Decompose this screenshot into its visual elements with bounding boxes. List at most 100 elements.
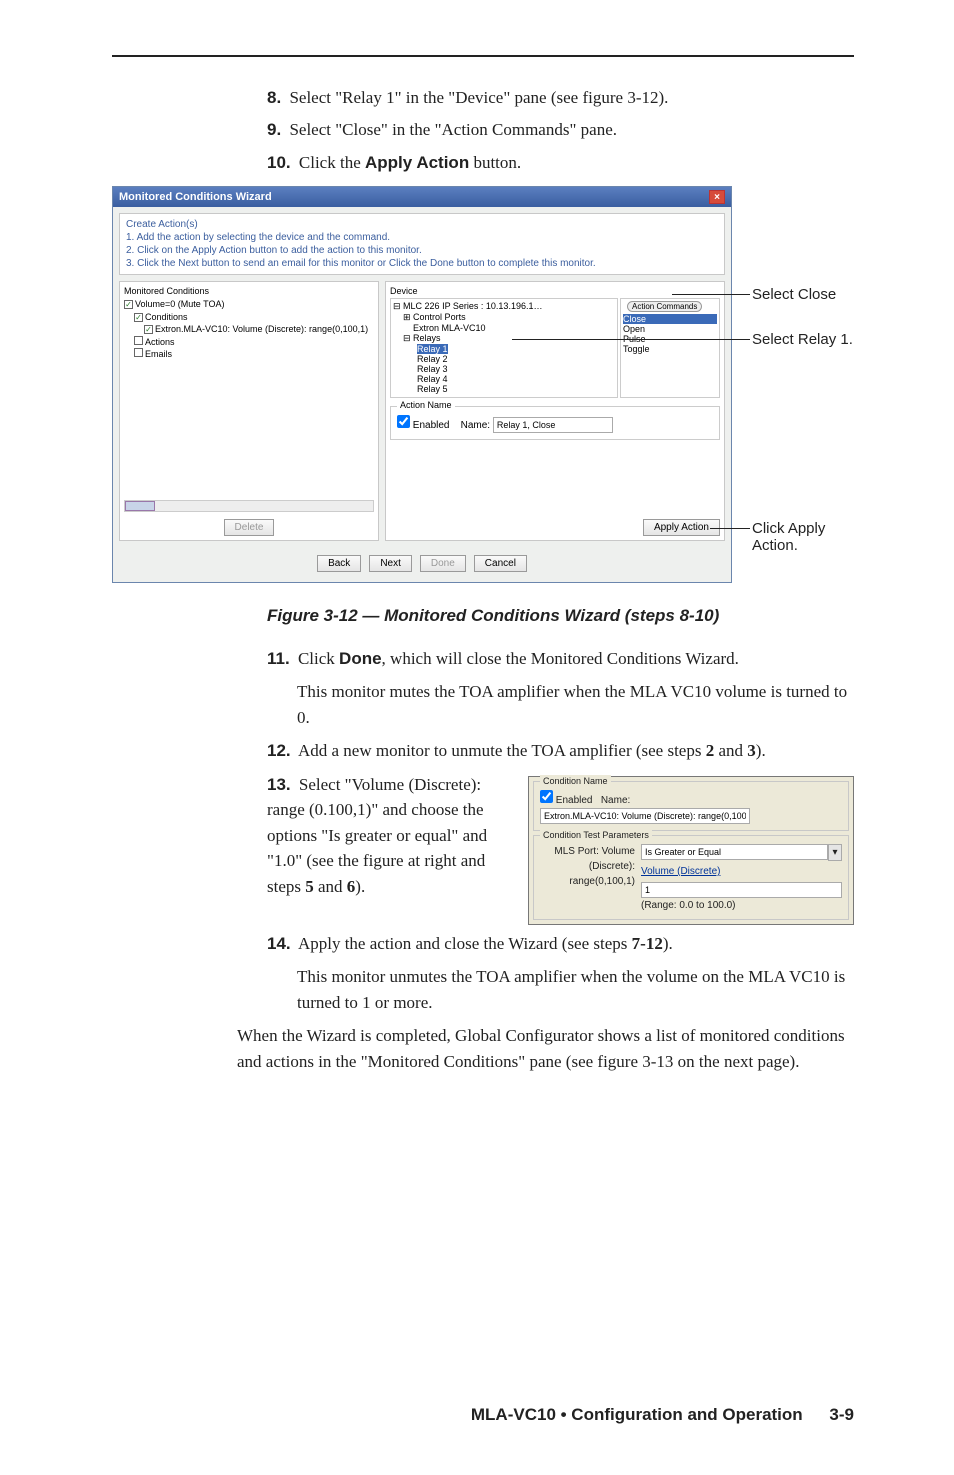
tree-item[interactable]: Actions [145, 337, 175, 347]
step-num: 10. [267, 153, 291, 172]
enabled-input[interactable] [540, 790, 553, 803]
next-button[interactable]: Next [369, 555, 412, 572]
step-text: , which will close the Monitored Conditi… [382, 649, 739, 668]
tree-item[interactable]: Relay 2 [417, 354, 448, 364]
tree-item[interactable]: Emails [145, 349, 172, 359]
checkbox-icon[interactable] [134, 348, 143, 357]
tree-item[interactable]: MLC 226 IP Series : 10.13.196.1… [403, 301, 542, 311]
condition-side-figure: Condition Name Enabled Name: Condition T… [528, 776, 854, 925]
step-11-sub: This monitor mutes the TOA amplifier whe… [297, 679, 854, 730]
step-text: Select "Relay 1" in the "Device" pane (s… [289, 88, 668, 107]
dropdown-icon[interactable]: ▾ [828, 844, 842, 861]
wizard-titlebar: Monitored Conditions Wizard × [113, 187, 731, 207]
step-text: ). [663, 934, 673, 953]
condition-test-group: Condition Test Parameters MLS Port: Volu… [533, 835, 849, 920]
step-num: 9. [267, 120, 281, 139]
name-label: Name: [601, 795, 630, 806]
step-14-sub: This monitor unmutes the TOA amplifier w… [297, 964, 854, 1015]
checkbox-icon[interactable] [134, 313, 143, 322]
tree-item[interactable]: Volume=0 (Mute TOA) [135, 299, 224, 309]
annotation-close: Select Close [752, 286, 836, 303]
scrollbar[interactable] [124, 500, 374, 512]
volume-link[interactable]: Volume (Discrete) [641, 864, 842, 879]
tree-item[interactable]: Conditions [145, 312, 188, 322]
enabled-label: Enabled [413, 420, 450, 431]
scrollbar-thumb[interactable] [125, 501, 155, 511]
tree-item[interactable]: Control Ports [413, 312, 466, 322]
step-text: Select "Close" in the "Action Commands" … [289, 120, 617, 139]
action-toggle[interactable]: Toggle [623, 344, 717, 354]
action-name-group: Action Name Enabled Name: [390, 406, 720, 440]
group-label: Condition Name [540, 775, 611, 789]
delete-button[interactable]: Delete [224, 519, 275, 536]
device-tree[interactable]: ⊟ MLC 226 IP Series : 10.13.196.1… ⊞ Con… [390, 298, 618, 398]
checkbox-icon[interactable] [124, 300, 133, 309]
annotation-relay1: Select Relay 1. [752, 331, 853, 348]
step-num: 14. [267, 934, 291, 953]
create-line: 1. Add the action by selecting the devic… [126, 231, 718, 244]
tree-item[interactable]: Relays [413, 333, 441, 343]
wizard-button-row: Back Next Done Cancel [113, 547, 731, 582]
tree-item[interactable]: Relay 4 [417, 374, 448, 384]
conditions-tree[interactable]: Volume=0 (Mute TOA) Conditions Extron.ML… [124, 298, 374, 361]
device-panel: Device ⊟ MLC 226 IP Series : 10.13.196.1… [385, 281, 725, 541]
tree-item[interactable]: Relay 3 [417, 364, 448, 374]
back-button[interactable]: Back [317, 555, 361, 572]
tree-item[interactable]: Extron.MLA-VC10: Volume (Discrete): rang… [155, 324, 368, 334]
wizard-title: Monitored Conditions Wizard [119, 191, 272, 203]
annotation-apply: Click Apply Action. [752, 520, 854, 554]
mls-label: MLS Port: Volume (Discrete): range(0,100… [540, 844, 635, 913]
device-label: Device [390, 286, 618, 296]
wizard-figure: Monitored Conditions Wizard × Create Act… [112, 186, 854, 583]
tree-item[interactable]: Relay 5 [417, 384, 448, 394]
wizard-window: Monitored Conditions Wizard × Create Act… [112, 186, 732, 583]
name-input[interactable] [493, 417, 613, 433]
step-text: Add a new monitor to unmute the TOA ampl… [298, 741, 706, 760]
condition-name-input[interactable] [540, 808, 750, 824]
enabled-label: Enabled [556, 795, 593, 806]
tree-item-relay1[interactable]: Relay 1 [417, 344, 448, 354]
checkbox-icon[interactable] [134, 336, 143, 345]
step-bold: 3 [747, 741, 756, 760]
step-text: Select "Volume (Discrete): range (0.100,… [267, 775, 487, 896]
action-commands-list[interactable]: Action Commands Close Open Pulse Toggle [620, 298, 720, 398]
close-icon[interactable]: × [709, 190, 725, 204]
figure-caption: Figure 3-12 — Monitored Conditions Wizar… [267, 605, 854, 628]
top-rule [112, 55, 854, 57]
step-bold: 2 [706, 741, 715, 760]
value-input[interactable] [641, 882, 842, 898]
operator-select[interactable] [641, 844, 828, 860]
cancel-button[interactable]: Cancel [474, 555, 527, 572]
group-label: Condition Test Parameters [540, 829, 652, 843]
enabled-checkbox[interactable]: Enabled [397, 420, 449, 431]
step-text: ). [756, 741, 766, 760]
step-text: button. [469, 153, 521, 172]
tree-item[interactable]: Extron MLA-VC10 [413, 323, 486, 333]
done-button[interactable]: Done [420, 555, 466, 572]
step-11: 11. Click Done, which will close the Mon… [267, 646, 854, 672]
condition-name-group: Condition Name Enabled Name: [533, 781, 849, 831]
step-num: 8. [267, 88, 281, 107]
step-num: 11. [267, 649, 290, 668]
enabled-checkbox[interactable]: Enabled [540, 795, 592, 806]
step-text: Apply the action and close the Wizard (s… [298, 934, 632, 953]
step-text: and [714, 741, 747, 760]
step-text: Click [298, 649, 339, 668]
action-commands-label: Action Commands [627, 301, 702, 312]
step-num: 13. [267, 775, 291, 794]
action-close[interactable]: Close [623, 314, 717, 324]
step-text: and [314, 877, 347, 896]
checkbox-icon[interactable] [144, 325, 153, 334]
step-bold: 5 [305, 877, 314, 896]
action-open[interactable]: Open [623, 324, 717, 334]
monitored-conditions-panel: Monitored Conditions Volume=0 (Mute TOA)… [119, 281, 379, 541]
step-num: 12. [267, 741, 291, 760]
group-label: Action Name [397, 400, 455, 410]
enabled-input[interactable] [397, 415, 410, 428]
footer-title: MLA-VC10 • Configuration and Operation [471, 1405, 803, 1424]
apply-action-button[interactable]: Apply Action [643, 519, 720, 536]
create-heading: Create Action(s) [126, 218, 718, 231]
panel-label: Monitored Conditions [124, 286, 374, 296]
step-text: ). [355, 877, 365, 896]
step-14: 14. Apply the action and close the Wizar… [267, 931, 854, 957]
